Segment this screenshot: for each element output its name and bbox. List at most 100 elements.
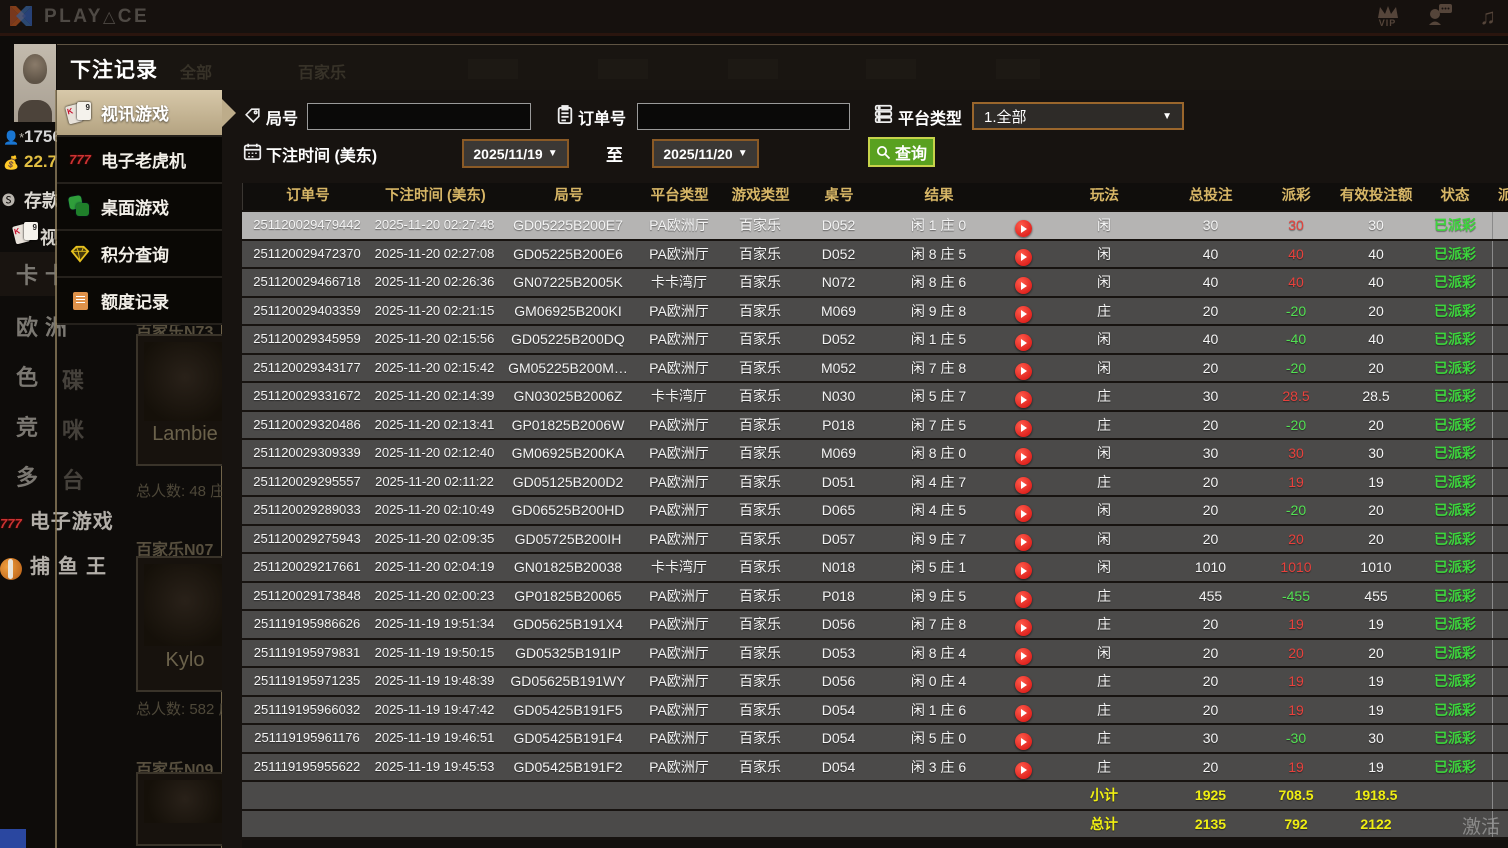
cell-extra: [1492, 355, 1508, 382]
music-icon[interactable]: ♫: [1480, 4, 1497, 30]
cell-play[interactable]: [1001, 583, 1045, 610]
play-video-button[interactable]: [1015, 477, 1032, 494]
table-row[interactable]: 2511200292176612025-11-20 02:04:19GN0182…: [242, 554, 1508, 581]
cell-game: 百家乐: [719, 298, 801, 325]
order-input[interactable]: [637, 103, 850, 130]
cell-result: 闲 7 庄 5: [876, 412, 1001, 439]
table-row[interactable]: 2511191959660322025-11-19 19:47:42GD0542…: [242, 697, 1508, 724]
table-row[interactable]: 2511200294723702025-11-20 02:27:08GD0522…: [242, 241, 1508, 268]
column-header: 总投注: [1163, 183, 1258, 210]
cell-result: 闲 9 庄 7: [876, 526, 1001, 553]
table-row[interactable]: 2511191959611762025-11-19 19:46:51GD0542…: [242, 725, 1508, 752]
cell-play[interactable]: [1001, 383, 1045, 410]
cell-play[interactable]: [1001, 697, 1045, 724]
cell-play[interactable]: [1001, 611, 1045, 638]
table-row[interactable]: 2511200294667182025-11-20 02:26:36GN0722…: [242, 269, 1508, 296]
play-video-button[interactable]: [1015, 334, 1032, 351]
play-video-button[interactable]: [1015, 505, 1032, 522]
play-video-button[interactable]: [1015, 562, 1032, 579]
cell-extra: [1492, 640, 1508, 667]
table-row[interactable]: 2511200292890332025-11-20 02:10:49GD0652…: [242, 497, 1508, 524]
cell-play[interactable]: [1001, 725, 1045, 752]
deposit-icon: 🅢: [2, 190, 15, 209]
table-row[interactable]: 2511191959712352025-11-19 19:48:39GD0562…: [242, 668, 1508, 695]
play-video-button[interactable]: [1015, 676, 1032, 693]
table-row[interactable]: 2511200293459592025-11-20 02:15:56GD0522…: [242, 326, 1508, 353]
table-row[interactable]: 2511191959798312025-11-19 19:50:15GD0532…: [242, 640, 1508, 667]
cell-play[interactable]: [1001, 440, 1045, 467]
table-row[interactable]: 2511200293093392025-11-20 02:12:40GM0692…: [242, 440, 1508, 467]
sidebar-item-5[interactable]: 额度记录: [57, 278, 222, 325]
cell-play[interactable]: [1001, 326, 1045, 353]
date-to-picker[interactable]: 2025/11/20 ▼: [652, 139, 759, 168]
cell-game: [719, 782, 801, 809]
vip-icon[interactable]: VIP: [1376, 5, 1400, 28]
play-video-button[interactable]: [1015, 363, 1032, 380]
table-row[interactable]: 2511200293204862025-11-20 02:13:41GP0182…: [242, 412, 1508, 439]
date-from-picker[interactable]: 2025/11/19 ▼: [462, 139, 569, 168]
cell-total: 40: [1163, 326, 1258, 353]
cell-play[interactable]: [1001, 554, 1045, 581]
cell-extra: [1492, 554, 1508, 581]
play-video-button[interactable]: [1015, 534, 1032, 551]
play-video-button[interactable]: [1015, 220, 1032, 237]
cell-play[interactable]: [1001, 355, 1045, 382]
cell-play[interactable]: [1001, 640, 1045, 667]
play-video-button[interactable]: [1015, 733, 1032, 750]
cell-play[interactable]: [1001, 412, 1045, 439]
cell-play[interactable]: [1001, 241, 1045, 268]
play-video-button[interactable]: [1015, 591, 1032, 608]
table-row[interactable]: 2511191959866262025-11-19 19:51:34GD0562…: [242, 611, 1508, 638]
play-video-button[interactable]: [1015, 705, 1032, 722]
play-video-button[interactable]: [1015, 420, 1032, 437]
table-row[interactable]: 2511200292955572025-11-20 02:11:22GD0512…: [242, 469, 1508, 496]
cell-play[interactable]: [1001, 212, 1045, 239]
cell-total: 20: [1163, 526, 1258, 553]
play-video-button[interactable]: [1015, 619, 1032, 636]
cell-play[interactable]: [1001, 668, 1045, 695]
platform-select[interactable]: 1.全部 ▼: [972, 102, 1184, 130]
play-video-button[interactable]: [1015, 648, 1032, 665]
cell-play[interactable]: [1001, 298, 1045, 325]
play-video-button[interactable]: [1015, 277, 1032, 294]
cell-game: 百家乐: [719, 269, 801, 296]
cell-table: P018: [801, 412, 876, 439]
table-row[interactable]: 2511200292759432025-11-20 02:09:35GD0572…: [242, 526, 1508, 553]
cell-play[interactable]: [1001, 526, 1045, 553]
table-row[interactable]: 2511200294033592025-11-20 02:21:15GM0692…: [242, 298, 1508, 325]
play-video-button[interactable]: [1015, 762, 1032, 779]
slots-icon: 777: [65, 147, 95, 173]
table-row[interactable]: 2511200291738482025-11-20 02:00:23GP0182…: [242, 583, 1508, 610]
sidebar-item-2[interactable]: 777电子老虎机: [57, 137, 222, 184]
cell-time: 2025-11-20 02:27:08: [372, 241, 497, 268]
cell-payout: 28.5: [1258, 383, 1334, 410]
table-row[interactable]: 2511200293431772025-11-20 02:15:42GM0522…: [242, 355, 1508, 382]
cell-play[interactable]: [1001, 754, 1045, 781]
play-video-button[interactable]: [1015, 391, 1032, 408]
sidebar-item-4[interactable]: 积分查询: [57, 231, 222, 278]
cell-order: 251119195979831: [242, 640, 372, 667]
round-input[interactable]: [307, 103, 531, 130]
cell-status: 已派彩: [1418, 269, 1492, 296]
play-video-button[interactable]: [1015, 448, 1032, 465]
cell-play[interactable]: [1001, 269, 1045, 296]
play-video-button[interactable]: [1015, 249, 1032, 266]
customer-service-icon[interactable]: [1426, 2, 1454, 31]
sidebar-item-3[interactable]: 桌面游戏: [57, 184, 222, 231]
play-video-button[interactable]: [1015, 306, 1032, 323]
cell-round: GM05225B200M…: [497, 355, 639, 382]
cell-bet: 庄: [1045, 583, 1163, 610]
cell-play[interactable]: [1001, 469, 1045, 496]
chevron-down-icon: ▼: [1162, 111, 1172, 122]
sidebar-item-1[interactable]: K9视讯游戏: [57, 90, 222, 137]
cell-extra: [1492, 326, 1508, 353]
search-button[interactable]: 查询: [868, 137, 935, 167]
table-row[interactable]: 2511200294794422025-11-20 02:27:48GD0522…: [242, 212, 1508, 239]
table-row[interactable]: 2511200293316722025-11-20 02:14:39GN0302…: [242, 383, 1508, 410]
cell-time: 2025-11-20 02:27:48: [372, 212, 497, 239]
bg-dealer-photo: [144, 342, 226, 421]
cell-time: 2025-11-19 19:47:42: [372, 697, 497, 724]
gem-icon: [65, 241, 95, 267]
table-row[interactable]: 2511191959556222025-11-19 19:45:53GD0542…: [242, 754, 1508, 781]
cell-play[interactable]: [1001, 497, 1045, 524]
